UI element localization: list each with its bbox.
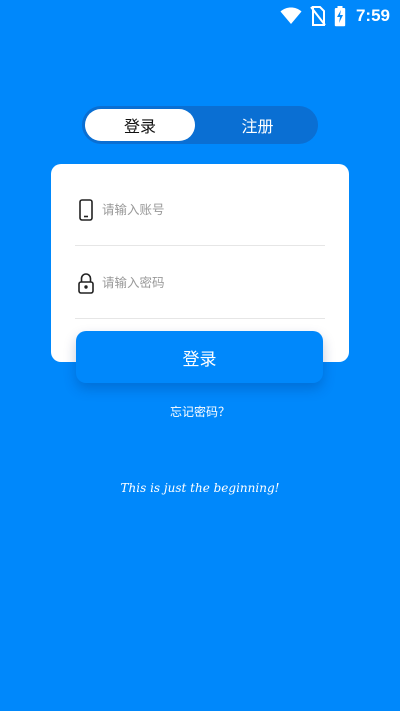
login-screen: 7:59 登录 注册 登录 忘记 bbox=[0, 0, 400, 711]
tagline: This is just the beginning! bbox=[120, 481, 280, 495]
password-field bbox=[75, 247, 325, 319]
lock-icon bbox=[75, 271, 97, 295]
tab-register[interactable]: 注册 bbox=[200, 109, 315, 141]
account-field bbox=[75, 174, 325, 246]
status-bar: 7:59 bbox=[280, 0, 390, 32]
phone-icon bbox=[75, 198, 97, 222]
tab-login[interactable]: 登录 bbox=[85, 109, 195, 141]
tab-switch: 登录 注册 bbox=[82, 106, 318, 144]
no-sim-icon bbox=[310, 6, 326, 26]
battery-charging-icon bbox=[334, 5, 346, 27]
account-input[interactable] bbox=[102, 202, 312, 217]
password-input[interactable] bbox=[102, 275, 312, 290]
wifi-icon bbox=[280, 7, 302, 25]
forgot-password-link[interactable]: 忘记密码？ bbox=[0, 403, 400, 420]
login-button[interactable]: 登录 bbox=[76, 331, 323, 383]
status-time: 7:59 bbox=[355, 6, 390, 25]
